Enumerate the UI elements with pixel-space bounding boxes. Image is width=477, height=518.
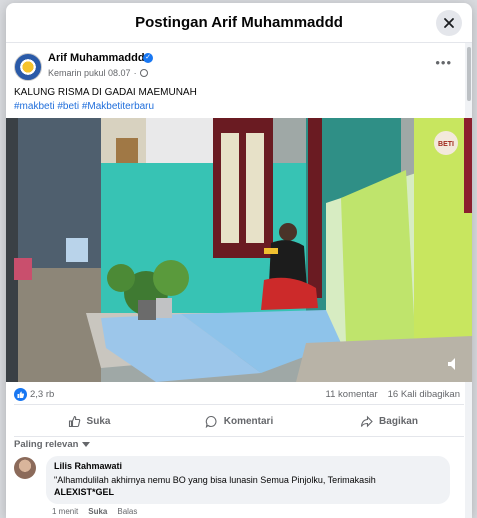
comment-time[interactable]: 1 menit <box>52 507 78 516</box>
modal-title: Postingan Arif Muhammaddd <box>135 14 343 31</box>
like-icon <box>68 415 80 427</box>
divider <box>14 404 464 405</box>
svg-text:BETI: BETI <box>438 141 454 148</box>
share-count[interactable]: 16 Kali dibagikan <box>388 389 460 400</box>
post-modal: Postingan Arif Muhammaddd Arif Muhammadd… <box>6 3 472 518</box>
post-actions: Suka Komentari Bagikan <box>14 407 464 435</box>
comment-like-button[interactable]: Suka <box>88 507 107 516</box>
verified-icon: ✓ <box>143 53 153 63</box>
comment-bold-text: ALEXIST*GEL <box>54 487 115 497</box>
comment-sort[interactable]: Paling relevan <box>14 439 91 450</box>
like-count[interactable]: 2,3 rb <box>30 389 54 400</box>
chevron-down-icon <box>82 441 91 447</box>
post-text: KALUNG RISMA DI GADAI MAEMUNAH #makbeti … <box>14 86 197 114</box>
comment-meta: 1 menit Suka Balas <box>52 507 137 516</box>
like-button[interactable]: Suka <box>14 407 164 435</box>
comment-button[interactable]: Komentari <box>164 407 314 435</box>
post-meta: Kemarin pukul 08.07 · <box>48 68 148 78</box>
post-caption: KALUNG RISMA DI GADAI MAEMUNAH <box>14 87 197 98</box>
sort-label: Paling relevan <box>14 439 79 450</box>
commenter-name[interactable]: Lilis Rahmawati <box>54 461 442 471</box>
author-avatar[interactable] <box>14 53 42 81</box>
post-header: Arif Muhammaddd ✓ Kemarin pukul 08.07 · … <box>14 51 454 85</box>
close-button[interactable] <box>436 10 462 36</box>
like-icon <box>14 388 27 401</box>
separator: · <box>133 68 137 78</box>
globe-icon <box>139 69 148 77</box>
like-label: Suka <box>86 415 111 427</box>
scrollbar-thumb[interactable] <box>467 47 471 101</box>
post-video[interactable]: BETI <box>6 118 472 382</box>
comment-text: "Alhamdulilah akhirnya nemu BO yang bisa… <box>54 475 376 485</box>
volume-icon[interactable] <box>446 356 462 372</box>
comment-reply-button[interactable]: Balas <box>117 507 137 516</box>
share-label: Bagikan <box>379 415 418 427</box>
share-button[interactable]: Bagikan <box>314 407 464 435</box>
comment-count[interactable]: 11 komentar <box>326 389 378 400</box>
author-name[interactable]: Arif Muhammaddd <box>48 52 145 64</box>
close-icon <box>444 18 454 28</box>
share-icon <box>360 415 373 427</box>
commenter-avatar[interactable] <box>14 457 36 479</box>
post-hashtags[interactable]: #makbeti #beti #Makbetiterbaru <box>14 100 197 114</box>
more-icon[interactable]: ••• <box>435 55 452 70</box>
comment-icon <box>205 415 217 428</box>
video-frame: BETI <box>6 118 472 382</box>
divider <box>14 436 464 437</box>
comment-bubble: Lilis Rahmawati "Alhamdulilah akhirnya n… <box>46 456 450 504</box>
post-time[interactable]: Kemarin pukul 08.07 <box>48 68 131 78</box>
modal-header: Postingan Arif Muhammaddd <box>6 3 472 43</box>
post-stats: 2,3 rb 11 komentar 16 Kali dibagikan <box>14 388 460 402</box>
comment-label: Komentari <box>223 415 274 427</box>
stat-right: 11 komentar 16 Kali dibagikan <box>326 389 460 400</box>
